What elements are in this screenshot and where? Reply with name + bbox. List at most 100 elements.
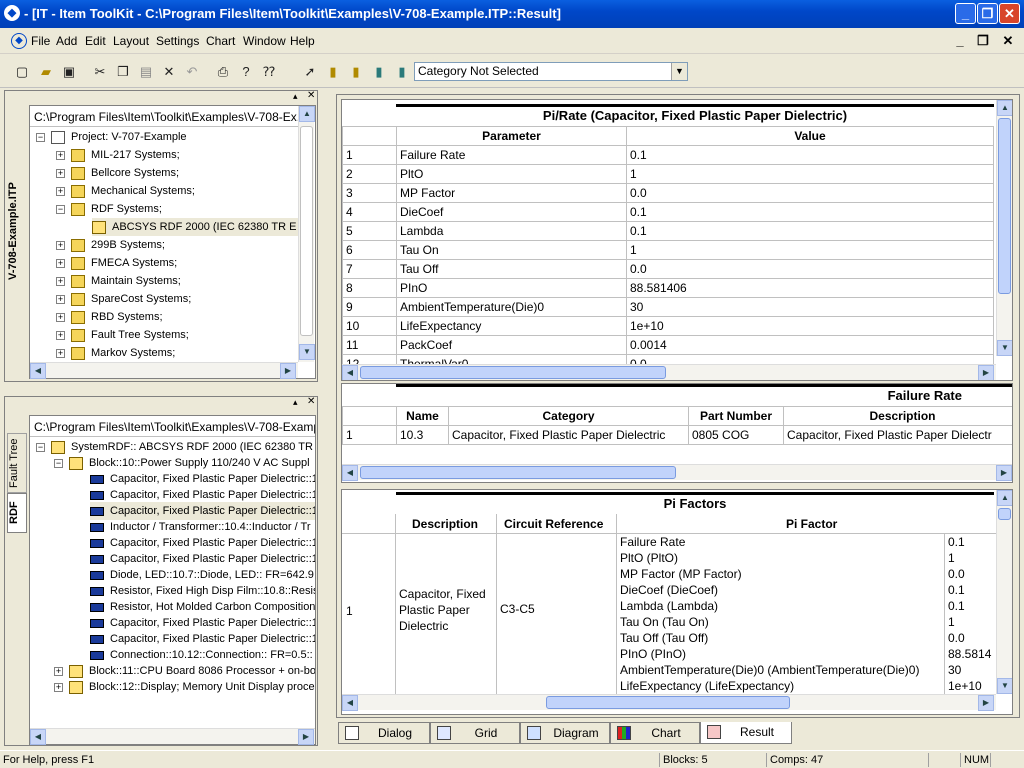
- col-value[interactable]: Value: [626, 126, 994, 146]
- scroll-thumb[interactable]: [360, 466, 676, 479]
- scroll-down-icon[interactable]: ▼: [997, 678, 1012, 694]
- expand-icon[interactable]: +: [56, 330, 65, 340]
- tab-project-file[interactable]: V-708-Example.ITP: [7, 111, 27, 351]
- scroll-up-icon[interactable]: ▲: [997, 490, 1012, 506]
- close-icon[interactable]: ✕: [307, 396, 315, 407]
- cell-parameter[interactable]: PInO: [396, 278, 627, 298]
- cell-parameter[interactable]: Lambda: [396, 221, 627, 241]
- tree-item-299b[interactable]: +299B Systems;: [56, 236, 165, 254]
- scroll-left-icon[interactable]: ◀: [30, 729, 46, 745]
- scroll-thumb[interactable]: [360, 366, 666, 379]
- collapse-icon[interactable]: −: [36, 442, 45, 452]
- pin-icon[interactable]: ▴: [293, 397, 298, 408]
- table-row[interactable]: 2 PltO 1: [342, 164, 994, 184]
- cell-parameter[interactable]: Tau Off: [396, 259, 627, 279]
- scroll-right-icon[interactable]: ▶: [280, 363, 296, 379]
- collapse-icon[interactable]: −: [56, 204, 65, 214]
- tab-diagram[interactable]: Diagram: [520, 722, 610, 744]
- table-row[interactable]: 5 Lambda 0.1: [342, 221, 994, 241]
- pi-factor-row[interactable]: Failure Rate 0.1: [620, 534, 996, 550]
- col-parameter[interactable]: Parameter: [396, 126, 627, 146]
- scroll-thumb[interactable]: [300, 126, 313, 336]
- menu-chart[interactable]: Chart: [206, 34, 235, 48]
- col-category[interactable]: Category: [448, 406, 689, 426]
- cell-part-number[interactable]: 0805 COG: [688, 425, 784, 445]
- scroll-thumb[interactable]: [998, 118, 1011, 294]
- cell-parameter[interactable]: MP Factor: [396, 183, 627, 203]
- pi-factor-row[interactable]: AmbientTemperature(Die)0 (AmbientTempera…: [620, 662, 996, 678]
- cell-parameter[interactable]: Failure Rate: [396, 145, 627, 165]
- pointer-icon[interactable]: ➚: [300, 62, 320, 82]
- pi-factor-row[interactable]: Lambda (Lambda) 0.1: [620, 598, 996, 614]
- collapse-icon[interactable]: −: [54, 458, 63, 468]
- expand-icon[interactable]: +: [56, 168, 65, 178]
- scroll-left-icon[interactable]: ◀: [30, 363, 46, 379]
- cell-description[interactable]: Capacitor, Fixed Plastic Paper Dielectri…: [399, 586, 495, 634]
- col-pi-factor[interactable]: Pi Factor: [786, 517, 837, 531]
- undo-icon[interactable]: ↶: [182, 62, 202, 82]
- cell-value[interactable]: 1: [626, 240, 994, 260]
- tree-item-mil217[interactable]: + MIL-217 Systems;: [56, 146, 180, 164]
- menu-add[interactable]: Add: [56, 34, 77, 48]
- tree-item-abcsys[interactable]: ABCSYS RDF 2000 (IEC 62380 TR E: [92, 218, 298, 236]
- tab-fault-tree[interactable]: Fault Tree: [7, 433, 27, 493]
- cell-value[interactable]: 88.581406: [626, 278, 994, 298]
- menu-edit[interactable]: Edit: [85, 34, 106, 48]
- scroll-right-icon[interactable]: ▶: [978, 695, 994, 711]
- pi-factors-hscroll[interactable]: ◀ ▶: [342, 694, 996, 711]
- tab-result[interactable]: Result: [700, 722, 792, 744]
- cell-parameter[interactable]: PackCoef: [396, 335, 627, 355]
- cell-value[interactable]: 0.0014: [626, 335, 994, 355]
- tab-rdf[interactable]: RDF: [7, 493, 27, 533]
- tree-item-fmeca[interactable]: + FMECA Systems;: [56, 254, 177, 272]
- expand-icon[interactable]: +: [56, 276, 65, 286]
- col-description[interactable]: Description: [412, 517, 478, 531]
- table-row[interactable]: 7 Tau Off 0.0: [342, 259, 994, 279]
- expand-icon[interactable]: +: [54, 682, 63, 692]
- expand-icon[interactable]: +: [56, 258, 65, 268]
- table-row[interactable]: 11 PackCoef 0.0014: [342, 335, 994, 355]
- tree-item-markov[interactable]: + Markov Systems;: [56, 344, 175, 362]
- scroll-left-icon[interactable]: ◀: [342, 695, 358, 711]
- pin-icon[interactable]: ▴: [293, 91, 298, 102]
- expand-icon[interactable]: +: [54, 666, 63, 676]
- pi-factor-row[interactable]: Tau On (Tau On) 1: [620, 614, 996, 630]
- scroll-right-icon[interactable]: ▶: [298, 729, 314, 745]
- cell-value[interactable]: 30: [626, 297, 994, 317]
- col-circuit-reference[interactable]: Circuit Reference: [504, 517, 603, 531]
- cell-value[interactable]: 0.1: [626, 145, 994, 165]
- minimize-button[interactable]: _: [955, 3, 976, 24]
- scroll-right-icon[interactable]: ▶: [978, 365, 994, 380]
- expand-icon[interactable]: +: [56, 294, 65, 304]
- table-row[interactable]: 10 LifeExpectancy 1e+10: [342, 316, 994, 336]
- save-icon[interactable]: ▣: [59, 62, 79, 82]
- add-item-icon[interactable]: ▮: [392, 62, 412, 82]
- document-icon[interactable]: ◆: [11, 33, 27, 49]
- pi-factor-row[interactable]: LifeExpectancy (LifeExpectancy) 1e+10: [620, 678, 996, 694]
- cell-parameter[interactable]: AmbientTemperature(Die)0: [396, 297, 627, 317]
- cut-icon[interactable]: ✂: [90, 62, 110, 82]
- cell-parameter[interactable]: LifeExpectancy: [396, 316, 627, 336]
- cell-value[interactable]: 1e+10: [626, 316, 994, 336]
- pi-factor-row[interactable]: MP Factor (MP Factor) 0.0: [620, 566, 996, 582]
- cell-parameter[interactable]: Tau On: [396, 240, 627, 260]
- table-row[interactable]: 3 MP Factor 0.0: [342, 183, 994, 203]
- scroll-left-icon[interactable]: ◀: [342, 465, 358, 481]
- pi-factor-row[interactable]: Tau Off (Tau Off) 0.0: [620, 630, 996, 646]
- pi-rate-hscroll[interactable]: ◀ ▶: [342, 364, 996, 380]
- add-block-icon[interactable]: ▮: [323, 62, 343, 82]
- close-icon[interactable]: ✕: [307, 90, 315, 101]
- failure-rate-hscroll[interactable]: ◀ ▶: [342, 464, 1012, 481]
- app-icon[interactable]: ◆: [4, 5, 20, 21]
- new-icon[interactable]: ▢: [12, 62, 32, 82]
- cell-parameter[interactable]: DieCoef: [396, 202, 627, 222]
- print-icon[interactable]: ⎙: [213, 62, 233, 82]
- open-icon[interactable]: ▰: [36, 62, 56, 82]
- scroll-thumb[interactable]: [546, 696, 790, 709]
- scroll-up-icon[interactable]: ▲: [299, 106, 315, 122]
- table-row[interactable]: 1 Failure Rate 0.1: [342, 145, 994, 165]
- category-select[interactable]: Category Not Selected ▼: [414, 62, 688, 81]
- col-name[interactable]: Name: [396, 406, 449, 426]
- menu-help[interactable]: Help: [290, 34, 315, 48]
- table-row[interactable]: 1 10.3 Capacitor, Fixed Plastic Paper Di…: [342, 425, 1012, 445]
